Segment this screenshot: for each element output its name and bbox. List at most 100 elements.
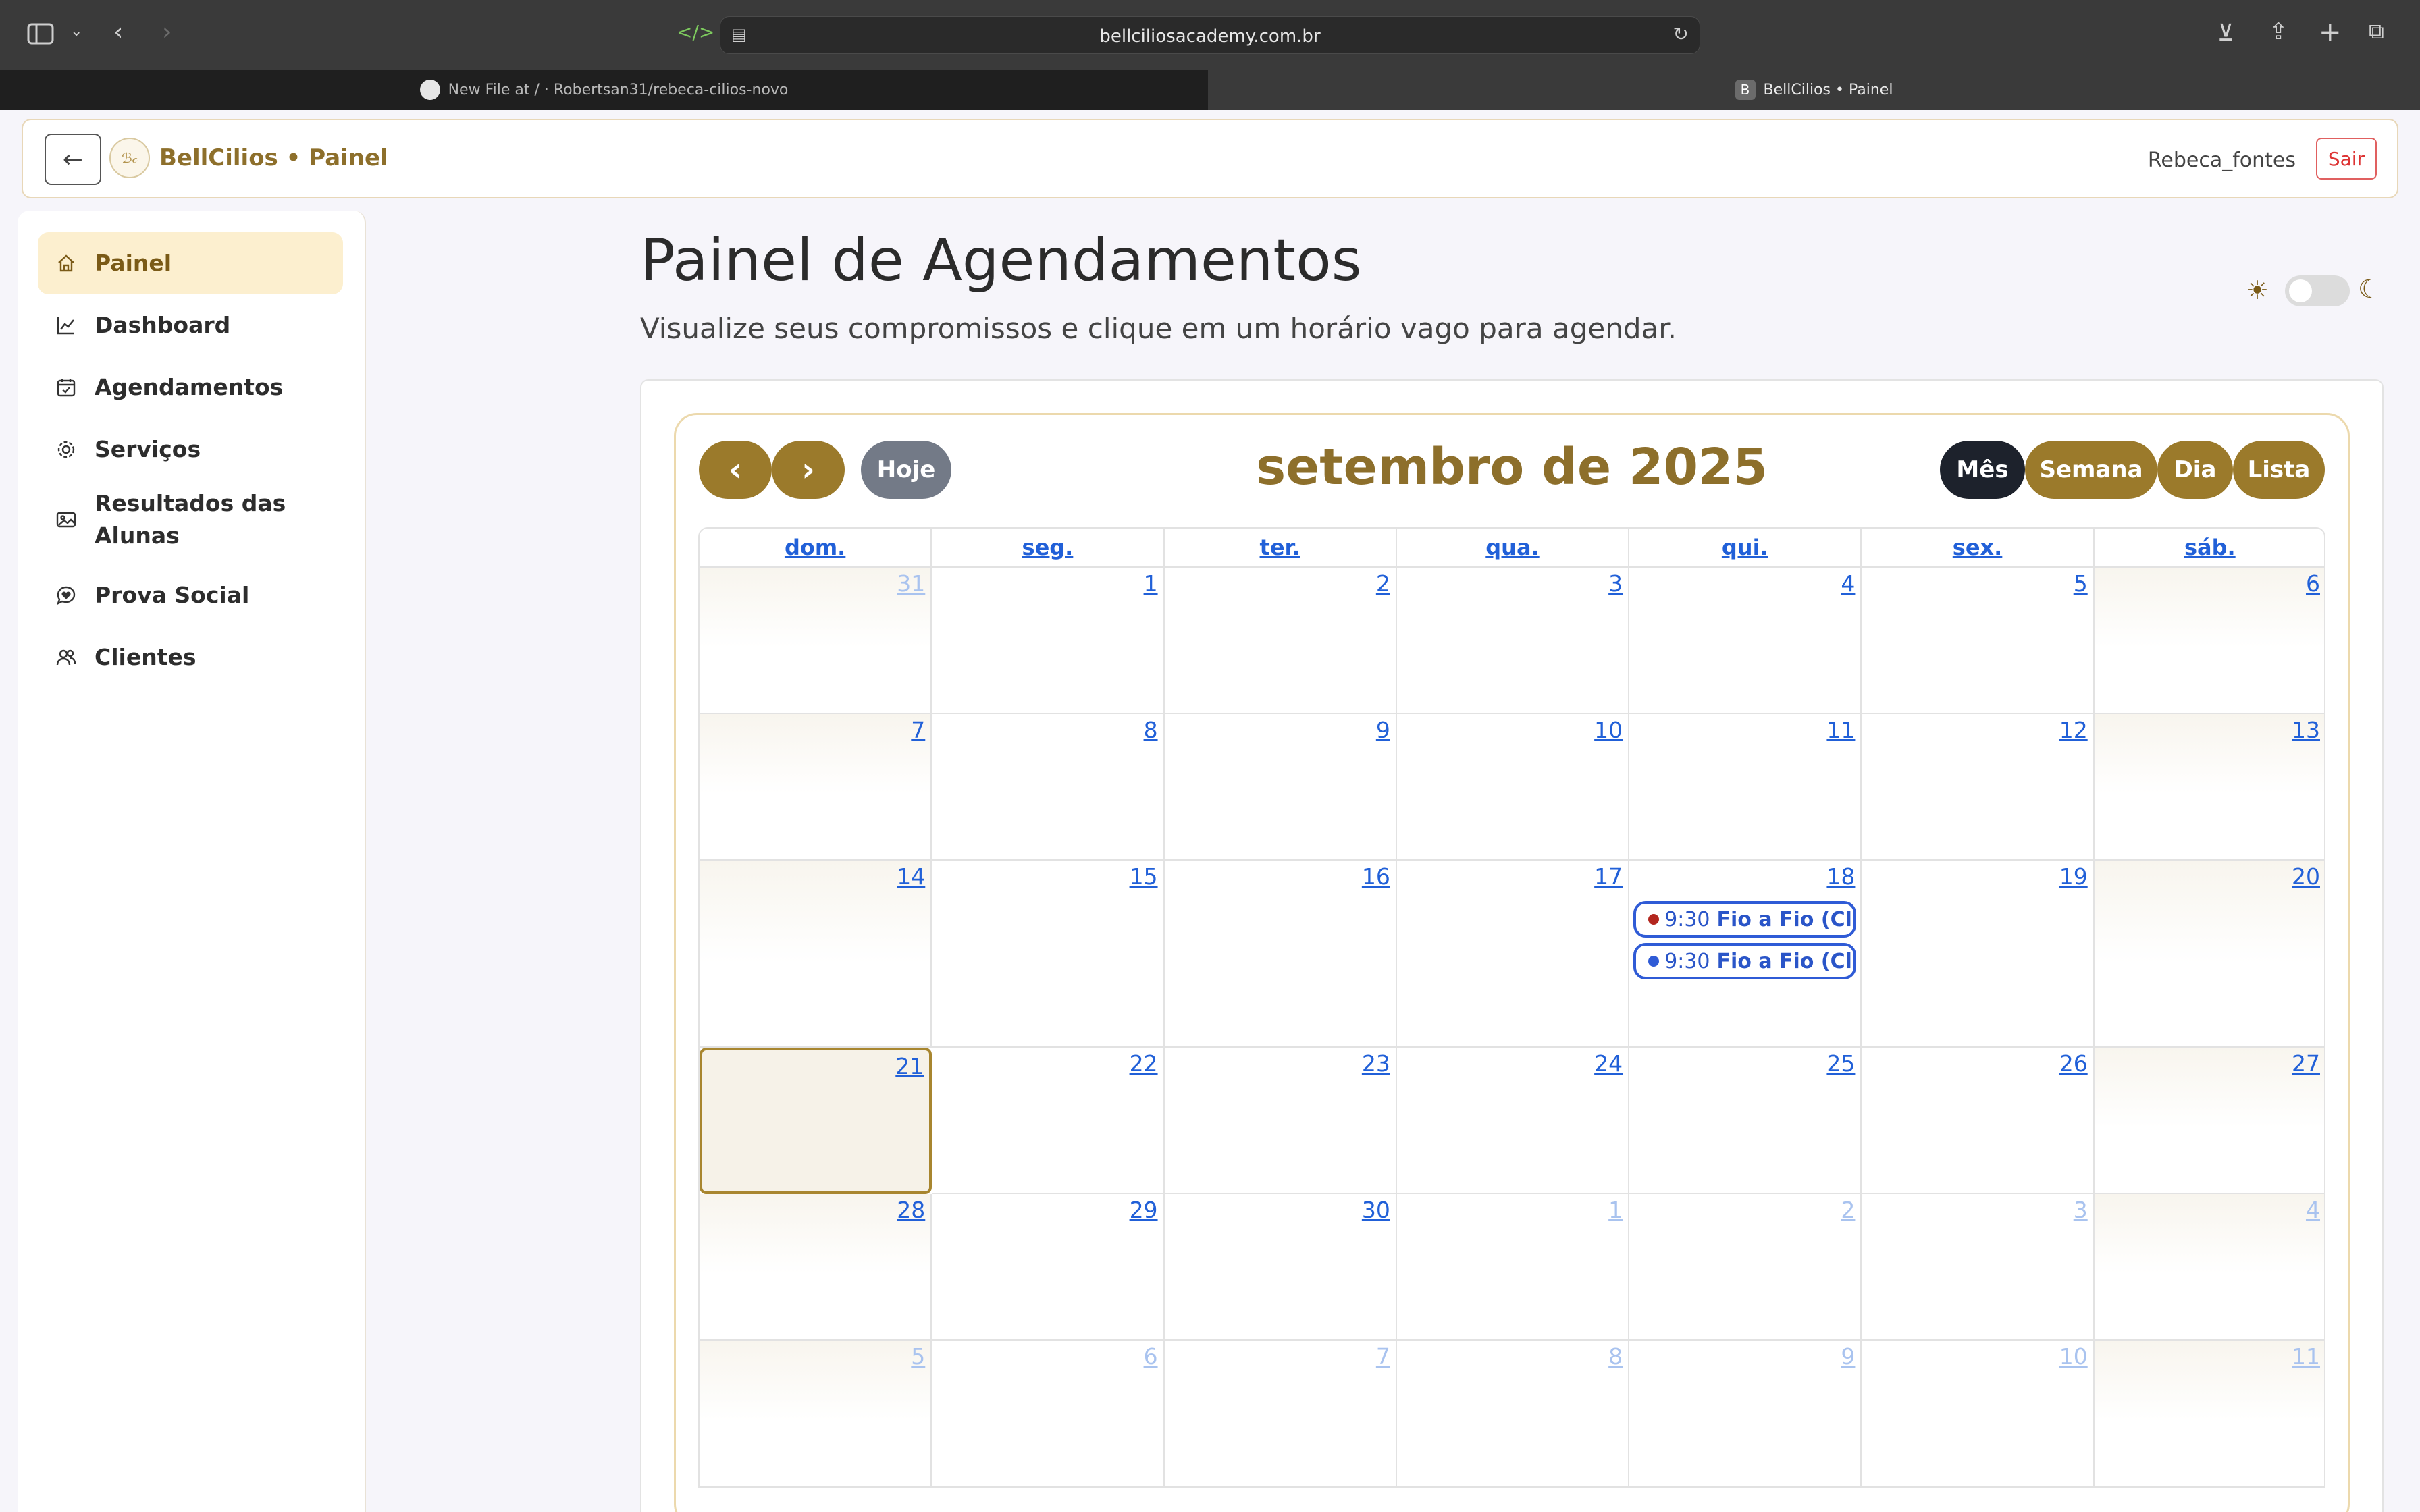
day-cell[interactable]: 14 [700,861,932,1048]
day-number[interactable]: 12 [2059,717,2088,743]
view-day-button[interactable]: Dia [2157,441,2233,499]
day-number[interactable]: 1 [1144,570,1158,597]
day-number[interactable]: 9 [1841,1343,1855,1370]
share-icon[interactable]: ⇪ [2269,20,2288,43]
sidebar-item-painel[interactable]: Painel [38,232,343,294]
new-tab-icon[interactable]: + [2319,19,2342,46]
code-icon[interactable]: </> [677,23,714,42]
day-number[interactable]: 2 [1376,570,1390,597]
day-number[interactable]: 20 [2292,863,2320,890]
day-number[interactable]: 4 [2306,1197,2320,1223]
weekday-header[interactable]: dom. [700,529,932,568]
day-number[interactable]: 31 [897,570,925,597]
day-number[interactable]: 14 [897,863,925,890]
day-cell[interactable]: 6 [932,1341,1165,1487]
view-month-button[interactable]: Mês [1940,441,2025,499]
day-cell[interactable]: 2 [1164,568,1397,714]
day-number[interactable]: 16 [1362,863,1390,890]
view-week-button[interactable]: Semana [2025,441,2157,499]
day-cell[interactable]: 31 [700,568,932,714]
day-number[interactable]: 19 [2059,863,2088,890]
view-list-button[interactable]: Lista [2233,441,2325,499]
weekday-header[interactable]: sex. [1862,529,2095,568]
sidebar-item-agendamentos[interactable]: Agendamentos [38,356,343,418]
day-cell[interactable]: 17 [1396,861,1630,1048]
day-cell[interactable]: 10 [1862,1341,2095,1487]
day-cell[interactable]: 30 [1164,1194,1397,1341]
day-cell[interactable]: 13 [2094,714,2324,861]
day-number[interactable]: 9 [1376,717,1390,743]
day-number[interactable]: 27 [2292,1050,2320,1077]
day-cell[interactable]: 7 [700,714,932,861]
day-cell[interactable]: 2 [1629,1194,1862,1341]
day-cell[interactable]: 29 [932,1194,1165,1341]
day-cell-today[interactable]: 21 [700,1048,932,1194]
day-number[interactable]: 4 [1841,570,1855,597]
browser-tab[interactable]: New File at / · Robertsan31/rebeca-cilio… [0,70,1208,110]
theme-toggle[interactable]: ☀ ☾ [2246,273,2381,308]
weekday-header[interactable]: ter. [1164,529,1397,568]
day-cell[interactable]: 28 [700,1194,932,1341]
day-number[interactable]: 11 [1826,717,1855,743]
weekday-header[interactable]: qui. [1629,529,1862,568]
day-number[interactable]: 8 [1144,717,1158,743]
day-number[interactable]: 2 [1841,1197,1855,1223]
browser-tab-active[interactable]: B BellCilios • Painel [1208,70,2420,110]
day-cell[interactable]: 4 [1629,568,1862,714]
logout-button[interactable]: Sair [2316,138,2377,180]
sidebar-item-dashboard[interactable]: Dashboard [38,294,343,356]
theme-switch[interactable] [2285,275,2350,306]
day-cell[interactable]: 1 [932,568,1165,714]
reload-icon[interactable]: ↻ [1673,25,1689,44]
day-cell[interactable]: 25 [1629,1048,1862,1194]
day-number[interactable]: 6 [2306,570,2320,597]
day-number[interactable]: 3 [2074,1197,2088,1223]
sidebar-item-servicos[interactable]: Serviços [38,418,343,481]
day-cell[interactable]: 3 [1396,568,1630,714]
day-number[interactable]: 5 [2074,570,2088,597]
day-cell[interactable]: 9 [1629,1341,1862,1487]
day-cell[interactable]: 11 [2094,1341,2324,1487]
sidebar-item-prova-social[interactable]: Prova Social [38,564,343,626]
day-cell[interactable]: 3 [1862,1194,2095,1341]
day-cell[interactable]: 24 [1396,1048,1630,1194]
day-cell[interactable]: 20 [2094,861,2324,1048]
day-cell[interactable]: 15 [932,861,1165,1048]
day-cell[interactable]: 22 [932,1048,1165,1194]
back-button[interactable]: ← [45,134,101,185]
day-number[interactable]: 29 [1130,1197,1158,1223]
sidebar-item-resultados[interactable]: Resultados das Alunas [38,481,343,559]
day-number[interactable]: 7 [1376,1343,1390,1370]
calendar-event[interactable]: 9:30Fio a Fio (Clássico) [1633,943,1857,979]
day-number[interactable]: 6 [1144,1343,1158,1370]
day-number[interactable]: 18 [1826,863,1855,890]
day-number[interactable]: 13 [2292,717,2320,743]
day-number[interactable]: 17 [1594,863,1623,890]
day-cell[interactable]: 12 [1862,714,2095,861]
day-cell[interactable]: 7 [1164,1341,1397,1487]
day-cell[interactable]: 11 [1629,714,1862,861]
day-cell[interactable]: 5 [1862,568,2095,714]
day-cell[interactable]: 19 [1862,861,2095,1048]
weekday-header[interactable]: sáb. [2094,529,2324,568]
day-number[interactable]: 24 [1594,1050,1623,1077]
day-number[interactable]: 10 [2059,1343,2088,1370]
day-number[interactable]: 28 [897,1197,925,1223]
day-number[interactable]: 21 [895,1053,924,1079]
day-cell[interactable]: 27 [2094,1048,2324,1194]
day-number[interactable]: 5 [911,1343,925,1370]
calendar-event[interactable]: 9:30Fio a Fio (Clássico) [1633,901,1857,938]
day-number[interactable]: 7 [911,717,925,743]
day-number[interactable]: 3 [1608,570,1623,597]
day-cell[interactable]: 4 [2094,1194,2324,1341]
day-number[interactable]: 23 [1362,1050,1390,1077]
day-cell[interactable]: 6 [2094,568,2324,714]
day-number[interactable]: 22 [1130,1050,1158,1077]
day-cell[interactable]: 23 [1164,1048,1397,1194]
day-number[interactable]: 8 [1608,1343,1623,1370]
day-cell[interactable]: 18 9:30Fio a Fio (Clássico) 9:30Fio a Fio … [1629,861,1862,1048]
weekday-header[interactable]: seg. [932,529,1165,568]
day-cell[interactable]: 9 [1164,714,1397,861]
download-icon[interactable]: ⊻ [2217,22,2234,45]
day-number[interactable]: 30 [1362,1197,1390,1223]
